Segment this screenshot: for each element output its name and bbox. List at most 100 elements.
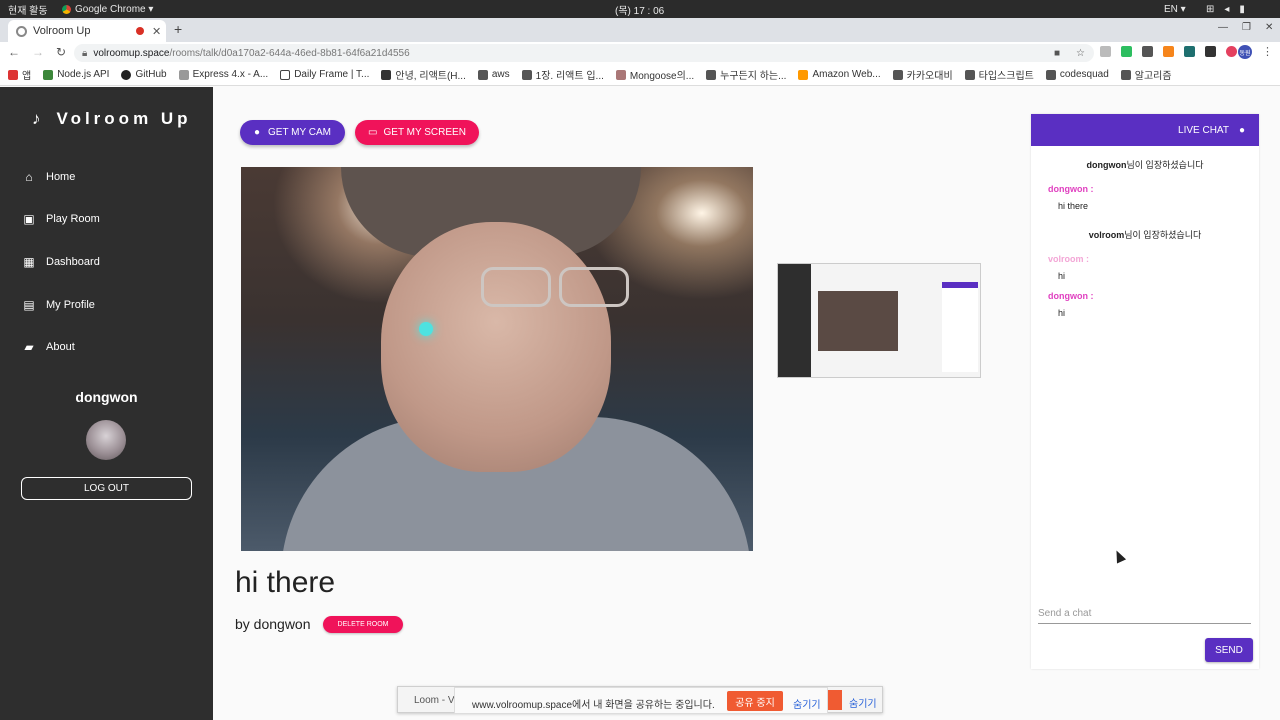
evernote-icon[interactable] — [1121, 46, 1132, 57]
nodejs-icon — [43, 69, 54, 80]
folder-icon — [1045, 69, 1056, 80]
sidebar-item-my-profile[interactable]: ▤ My Profile — [22, 298, 95, 312]
restore-icon[interactable]: ❐ — [1242, 22, 1251, 33]
loom-label: Loom - V — [414, 695, 455, 706]
live-chat-panel: LIVE CHAT ● dongwon님이 입장하셨습니다 dongwon : … — [1031, 114, 1259, 669]
bookmark-item[interactable]: 1장. 리액트 입... — [521, 67, 604, 82]
tab-favicon-icon — [16, 25, 27, 37]
sidebar-item-label: My Profile — [46, 299, 95, 311]
sidebar-item-label: Play Room — [46, 213, 100, 225]
folder-icon — [892, 69, 903, 80]
camera-indicator-icon[interactable]: ■ — [1054, 48, 1060, 59]
sidebar-item-about[interactable]: ▰ About — [22, 340, 75, 354]
aws-icon — [798, 69, 809, 80]
loom-hide-link[interactable]: 숨기기 — [849, 695, 877, 710]
bookmark-item[interactable]: GitHub — [121, 69, 167, 80]
extension-icon[interactable] — [1184, 46, 1195, 57]
sidebar-item-dashboard[interactable]: ▦ Dashboard — [22, 255, 100, 269]
get-my-cam-button[interactable]: ● GET MY CAM — [240, 120, 345, 145]
book-icon — [381, 69, 392, 80]
lock-icon[interactable]: 🔒︎ — [82, 48, 87, 59]
get-my-screen-button[interactable]: ▭ GET MY SCREEN — [355, 120, 479, 145]
room-title: hi there — [235, 566, 336, 599]
tab-strip: Volroom Up ✕ + — ❐ ✕ — [0, 18, 1280, 42]
metamask-icon[interactable] — [1163, 46, 1174, 57]
address-bar[interactable]: 🔒︎ volroomup.space /rooms/talk/d0a170a2-… — [74, 44, 1094, 62]
bookmark-folder[interactable]: 타입스크립트 — [964, 67, 1034, 82]
forward-icon[interactable]: → — [32, 45, 44, 59]
activities-label[interactable]: 현재 활동 — [8, 2, 48, 17]
bookmark-item[interactable]: Daily Frame | T... — [280, 69, 369, 80]
stop-sharing-button[interactable]: 공유 중지 — [727, 691, 783, 711]
room-author: by dongwon — [235, 616, 311, 632]
chrome-share-bar: www.volroomup.space에서 내 화면을 공유하는 중입니다. 공… — [454, 687, 828, 714]
app-name: Google Chrome ▾ — [75, 3, 154, 15]
dashboard-icon: ▦ — [23, 255, 35, 269]
bookmark-folder[interactable]: 알고리즘 — [1120, 67, 1172, 82]
url-host: volroomup.space — [93, 47, 170, 59]
os-top-bar: 현재 활동 Google Chrome ▾ (목) 17 : 06 EN ▾ ⊞… — [0, 0, 1280, 18]
new-tab-icon[interactable]: + — [174, 21, 182, 37]
bookmark-item[interactable]: Amazon Web... — [798, 69, 881, 80]
video-person-face — [381, 222, 611, 472]
bookmark-item[interactable]: Express 4.x - A... — [178, 69, 268, 80]
chrome-icon — [62, 4, 71, 14]
page-icon — [280, 69, 291, 80]
close-window-icon[interactable]: ✕ — [1265, 22, 1273, 33]
menu-icon[interactable]: ⋮ — [1262, 45, 1273, 58]
thumb-sidebar — [778, 264, 811, 377]
get-my-screen-label: GET MY SCREEN — [383, 127, 466, 138]
app-menu[interactable]: Google Chrome ▾ — [62, 4, 153, 15]
system-tray[interactable]: ⊞ ◂ ▮ — [1206, 4, 1245, 15]
extension-icon[interactable] — [1205, 46, 1216, 57]
extension-icon[interactable] — [1142, 46, 1153, 57]
screen-share-video[interactable] — [777, 263, 981, 378]
clock[interactable]: (목) 17 : 06 — [615, 2, 664, 17]
folder-icon — [477, 69, 488, 80]
github-icon — [121, 69, 132, 80]
brand-name: Volroom Up — [56, 109, 192, 128]
bookmark-item[interactable]: 안녕, 리액트(H... — [381, 67, 466, 82]
main-video[interactable] — [241, 167, 753, 551]
sidebar-item-label: About — [46, 341, 75, 353]
send-button[interactable]: SEND — [1205, 638, 1253, 662]
monitor-icon: ▭ — [368, 127, 378, 138]
browser-tab[interactable]: Volroom Up ✕ — [8, 20, 166, 42]
chat-sender: dongwon : — [1048, 184, 1094, 194]
reload-icon[interactable]: ↻ — [56, 45, 66, 59]
chat-input[interactable] — [1038, 604, 1251, 624]
logout-button[interactable]: LOG OUT — [21, 477, 192, 500]
network-icon: ⊞ — [1206, 3, 1215, 15]
bookmark-item[interactable]: 앱 — [8, 67, 31, 82]
bookmark-item[interactable]: Node.js API — [43, 69, 109, 80]
brand-logo[interactable]: ♪ Volroom Up — [32, 109, 192, 129]
sidebar-item-play-room[interactable]: ▣ Play Room — [22, 212, 100, 226]
back-icon[interactable]: ← — [8, 45, 20, 59]
nav-buttons: ← → ↻ — [8, 45, 66, 59]
profile-card-icon: ▤ — [23, 298, 35, 312]
extension-icons — [1100, 46, 1237, 57]
sidebar-item-home[interactable]: ⌂ Home — [22, 170, 75, 184]
folder-icon — [1120, 69, 1131, 80]
bookmark-folder[interactable]: aws — [477, 69, 510, 80]
tab-close-icon[interactable]: ✕ — [152, 25, 161, 38]
bookmark-folder[interactable]: codesquad — [1045, 69, 1109, 80]
volume-icon: ◂ — [1224, 3, 1230, 15]
address-row: ← → ↻ 🔒︎ volroomup.space /rooms/talk/d0a… — [0, 42, 1280, 64]
bookmark-item[interactable]: 누구든지 하는... — [706, 67, 786, 82]
extension-icon[interactable] — [1100, 46, 1111, 57]
thumb-cam — [818, 291, 898, 351]
profile-avatar[interactable]: 동원 — [1238, 45, 1252, 59]
bookmark-item[interactable]: Mongoose의... — [615, 67, 694, 82]
delete-room-button[interactable]: DELETE ROOM — [323, 616, 403, 633]
minimize-icon[interactable]: — — [1218, 22, 1228, 33]
hide-link[interactable]: 숨기기 — [793, 696, 821, 711]
chat-bubble-icon: ▰ — [24, 340, 34, 354]
apps-icon — [8, 69, 18, 80]
tab-title: Volroom Up — [33, 25, 91, 37]
language-indicator[interactable]: EN ▾ — [1164, 4, 1186, 15]
bookmark-folder[interactable]: 카카오대비 — [892, 67, 953, 82]
star-icon[interactable]: ☆ — [1076, 48, 1085, 59]
chat-system-message: dongwon님이 입장하셨습니다 — [1086, 160, 1204, 170]
loom-icon[interactable] — [1226, 46, 1237, 57]
